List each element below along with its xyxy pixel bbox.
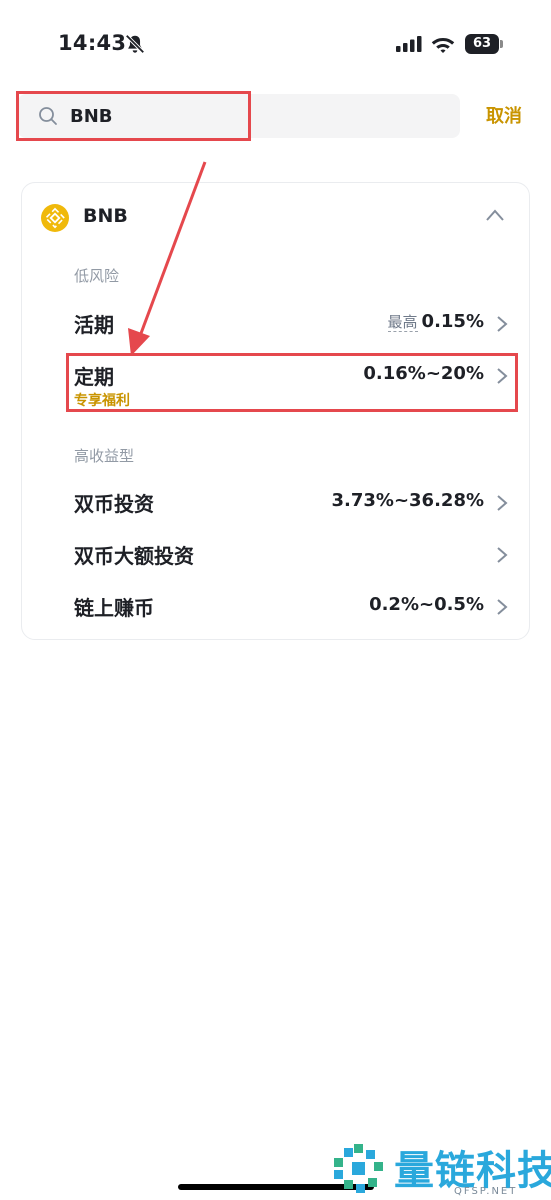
row-label: 活期 — [74, 313, 114, 337]
row-value: 最高 0.15% — [387, 311, 484, 332]
row-value: 0.2%~0.5% — [369, 594, 484, 615]
battery-icon: 63 — [465, 34, 503, 54]
coin-name: BNB — [83, 205, 128, 227]
section-label-low-risk: 低风险 — [74, 267, 120, 285]
status-bar: 14:43 63 — [0, 0, 551, 88]
bell-off-icon — [125, 34, 145, 54]
row-dual-large-investment[interactable]: 双币大额投资 — [74, 534, 514, 574]
battery-nub — [500, 40, 503, 48]
section-label-high-yield: 高收益型 — [74, 447, 135, 465]
row-onchain-earn[interactable]: 链上赚币 0.2%~0.5% — [74, 586, 514, 626]
status-time: 14:43 — [58, 31, 127, 55]
row-label: 链上赚币 — [74, 596, 154, 620]
chevron-up-icon[interactable] — [485, 208, 505, 222]
row-value-prefix: 最高 — [387, 313, 418, 332]
chevron-right-icon — [497, 316, 508, 332]
chevron-right-icon — [497, 599, 508, 615]
wifi-icon — [431, 38, 455, 53]
row-label: 双币大额投资 — [74, 544, 194, 568]
search-annotation-box — [16, 91, 251, 141]
signal-icon — [396, 36, 422, 52]
row-dual-investment[interactable]: 双币投资 3.73%~36.28% — [74, 482, 514, 522]
battery-level: 63 — [465, 34, 499, 54]
chevron-right-icon — [497, 495, 508, 511]
bnb-product-card: BNB 低风险 活期 最高 0.15% 定期 0.16%~20% 专享福利 高收益… — [21, 182, 530, 640]
cancel-button[interactable]: 取消 — [486, 102, 522, 128]
watermark-subtitle: QFSP.NET — [454, 1186, 518, 1197]
chevron-right-icon — [497, 547, 508, 563]
row-value-number: 0.15% — [421, 311, 484, 332]
row-label: 双币投资 — [74, 492, 154, 516]
watermark-logo-icon — [334, 1144, 383, 1193]
bnb-coin-icon — [41, 204, 69, 232]
fixed-row-annotation-box — [66, 353, 518, 412]
row-flexible[interactable]: 活期 最高 0.15% — [74, 303, 514, 343]
row-value: 3.73%~36.28% — [331, 490, 485, 511]
watermark: 量链科技 QFSP.NET — [330, 1138, 551, 1200]
